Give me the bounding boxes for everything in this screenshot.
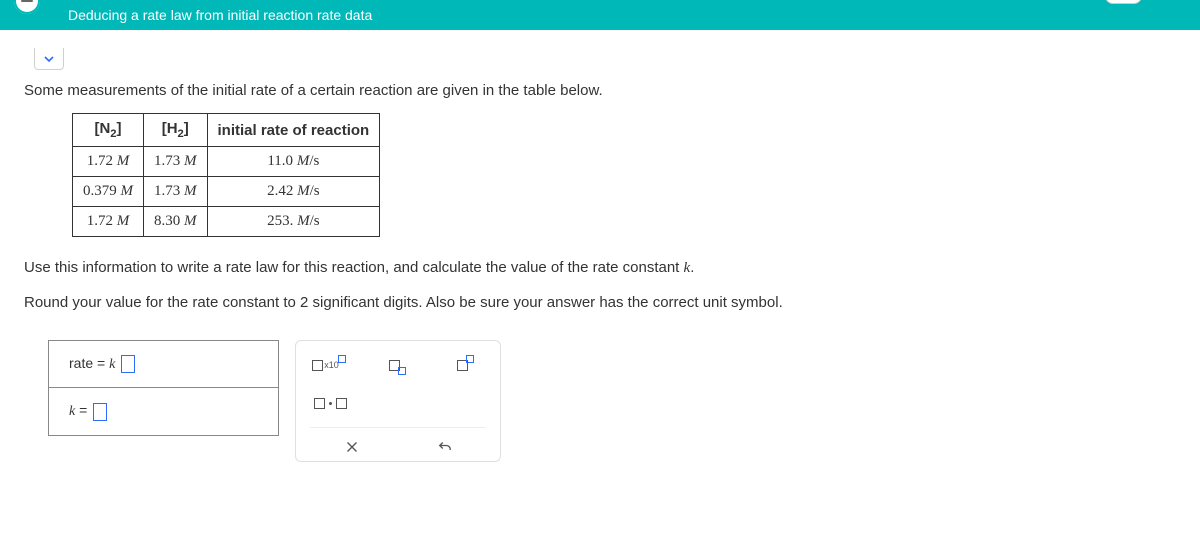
clear-button[interactable] bbox=[332, 433, 372, 461]
col-header-n2: [N2] bbox=[73, 114, 144, 147]
instruction-2: Round your value for the rate constant t… bbox=[24, 292, 1176, 315]
rate-answer-cell[interactable]: rate = k bbox=[49, 341, 279, 388]
k-input-box[interactable] bbox=[93, 403, 107, 421]
data-table: [N2] [H2] initial rate of reaction 1.72 … bbox=[72, 113, 380, 237]
instruction-1: Use this information to write a rate law… bbox=[24, 257, 1176, 280]
undo-button[interactable] bbox=[425, 433, 465, 461]
table-row: 0.379 M 1.73 M 2.42 M/s bbox=[73, 177, 380, 207]
lesson-title: Deducing a rate law from initial reactio… bbox=[68, 7, 372, 23]
answer-table: rate = k k = bbox=[48, 340, 279, 436]
score-display: 0/3 bbox=[1105, 0, 1142, 4]
close-icon bbox=[343, 438, 361, 456]
intro-text: Some measurements of the initial rate of… bbox=[24, 82, 1176, 99]
expand-toggle[interactable] bbox=[34, 48, 64, 70]
col-header-rate: initial rate of reaction bbox=[207, 114, 380, 147]
table-row: 1.72 M 1.73 M 11.0 M/s bbox=[73, 147, 380, 177]
superscript-button[interactable] bbox=[446, 351, 486, 379]
collapse-button[interactable] bbox=[14, 0, 40, 14]
subscript-button[interactable] bbox=[378, 351, 418, 379]
rate-input-box[interactable] bbox=[121, 355, 135, 373]
symbol-palette: x10 bbox=[295, 340, 501, 462]
undo-icon bbox=[436, 438, 454, 456]
chevron-down-icon bbox=[41, 51, 57, 67]
question-content: Some measurements of the initial rate of… bbox=[0, 30, 1200, 480]
resource-icon[interactable] bbox=[1170, 0, 1192, 24]
k-answer-cell[interactable]: k = bbox=[49, 388, 279, 435]
table-row: 1.72 M 8.30 M 253. M/s bbox=[73, 207, 380, 237]
sci-notation-button[interactable]: x10 bbox=[310, 351, 350, 379]
col-header-h2: [H2] bbox=[144, 114, 208, 147]
lesson-header: Deducing a rate law from initial reactio… bbox=[0, 0, 1200, 30]
multiply-dot-button[interactable] bbox=[310, 389, 350, 417]
